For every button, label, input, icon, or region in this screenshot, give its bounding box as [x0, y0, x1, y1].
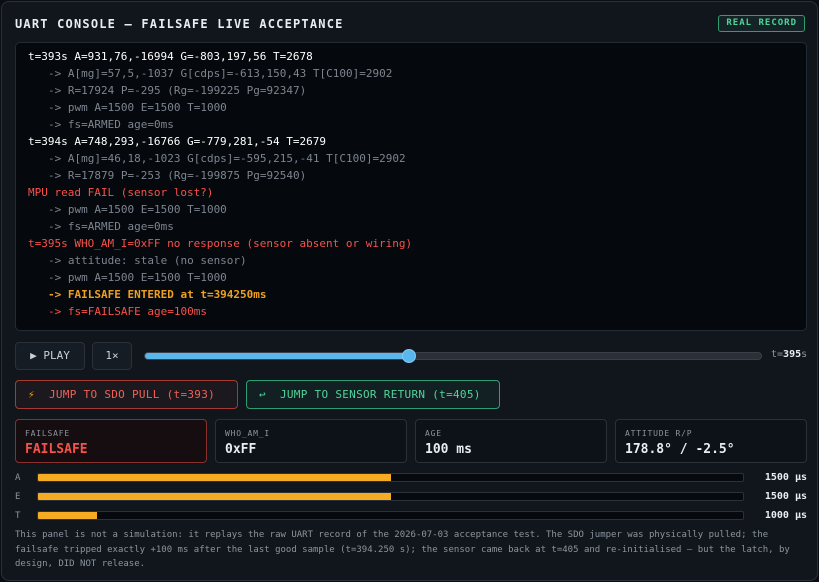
pwm-bar-value: 1000 µs: [764, 510, 807, 521]
failsafe-card: FAILSAFE FAILSAFE: [15, 419, 207, 463]
pwm-bar-fill-e: [38, 493, 391, 500]
pwm-bar-row-a: A 1500 µs: [15, 472, 807, 491]
console-line: -> fs=ARMED age=0ms: [48, 220, 174, 233]
pwm-bar-row-e: E 1500 µs: [15, 491, 807, 510]
return-arrow-icon: ↩: [259, 388, 266, 401]
console-line: -> pwm A=1500 E=1500 T=1000: [48, 271, 227, 284]
status-cards: FAILSAFE FAILSAFE WHO_AM_I 0xFF AGE 100 …: [15, 419, 807, 463]
real-record-badge: REAL RECORD: [718, 15, 805, 32]
pwm-bar-track: [37, 473, 744, 482]
age-card-value: 100 ms: [425, 442, 472, 457]
console-line: t=393s A=931,76,-16994 G=-803,197,56 T=2…: [28, 50, 313, 63]
timeline-readout-value: 395: [783, 349, 802, 360]
console-line: MPU read FAIL (sensor lost?): [28, 186, 214, 199]
console-line: -> FAILSAFE ENTERED at t=394250ms: [48, 288, 267, 301]
jump-buttons: ⚡ JUMP TO SDO PULL (t=393) ↩ JUMP TO SEN…: [15, 380, 807, 409]
panel-title: UART CONSOLE — FAILSAFE LIVE ACCEPTANCE: [15, 17, 344, 31]
who-am-i-card-label: WHO_AM_I: [225, 429, 270, 438]
console-line: -> pwm A=1500 E=1500 T=1000: [48, 101, 227, 114]
explanation-note: This panel is not a simulation: it repla…: [15, 530, 790, 569]
attitude-card-value: 178.8° / -2.5°: [625, 442, 735, 457]
console-line: t=395s WHO_AM_I=0xFF no response (sensor…: [28, 237, 413, 250]
console-log: t=393s A=931,76,-16994 G=-803,197,56 T=2…: [28, 48, 798, 320]
pwm-bar-track: [37, 511, 744, 520]
who-am-i-card-value: 0xFF: [225, 442, 257, 457]
attitude-card-label: ATTITUDE R/P: [625, 429, 693, 438]
jump-to-sensor-return-label: JUMP TO SENSOR RETURN (t=405): [279, 388, 481, 401]
play-button[interactable]: ▶ PLAY: [15, 342, 85, 370]
console-line: -> R=17879 P=-253 (Rg=-199875 Pg=92540): [48, 169, 307, 182]
speed-button[interactable]: 1×: [92, 342, 132, 370]
uart-console-panel: UART CONSOLE — FAILSAFE LIVE ACCEPTANCE …: [1, 1, 818, 581]
age-card: AGE 100 ms: [415, 419, 607, 463]
lightning-icon: ⚡: [28, 388, 35, 401]
console-line: -> pwm A=1500 E=1500 T=1000: [48, 203, 227, 216]
pwm-bars: A 1500 µs E 1500 µs T 1000 µs: [15, 472, 807, 529]
pwm-bar-fill-a: [38, 474, 391, 481]
timeline-readout: t=395s: [771, 349, 807, 360]
pwm-bar-value: 1500 µs: [764, 491, 807, 502]
console-line: -> fs=ARMED age=0ms: [48, 118, 174, 131]
console-line: -> attitude: stale (no sensor): [48, 254, 247, 267]
console-line: -> fs=FAILSAFE age=100ms: [48, 305, 207, 318]
jump-to-sdo-pull-button[interactable]: ⚡ JUMP TO SDO PULL (t=393): [15, 380, 238, 409]
timeline-slider-thumb[interactable]: [401, 349, 416, 363]
pwm-bar-name: T: [15, 511, 21, 521]
pwm-bar-value: 1500 µs: [764, 472, 807, 483]
attitude-card: ATTITUDE R/P 178.8° / -2.5°: [615, 419, 807, 463]
console-line: -> A[mg]=57,5,-1037 G[cdps]=-613,150,43 …: [48, 67, 393, 80]
failsafe-card-label: FAILSAFE: [25, 429, 70, 438]
panel-header: UART CONSOLE — FAILSAFE LIVE ACCEPTANCE …: [15, 15, 805, 34]
timeline-slider[interactable]: [144, 349, 762, 363]
pwm-bar-track: [37, 492, 744, 501]
console-log-view[interactable]: t=393s A=931,76,-16994 G=-803,197,56 T=2…: [15, 42, 807, 331]
timeline-readout-prefix: t=: [771, 349, 784, 360]
pwm-bar-row-t: T 1000 µs: [15, 510, 807, 529]
playback-controls: ▶ PLAY 1× t=395s: [15, 342, 807, 370]
pwm-bar-name: E: [15, 492, 21, 502]
failsafe-card-value: FAILSAFE: [25, 442, 88, 457]
console-line: -> A[mg]=46,18,-1023 G[cdps]=-595,215,-4…: [48, 152, 406, 165]
age-card-label: AGE: [425, 429, 442, 438]
timeline-readout-unit: s: [801, 349, 808, 360]
timeline-slider-fill: [145, 353, 409, 359]
pwm-bar-fill-t: [38, 512, 97, 519]
console-line: t=394s A=748,293,-16766 G=-779,281,-54 T…: [28, 135, 327, 148]
pwm-bar-name: A: [15, 473, 21, 483]
console-line: -> R=17924 P=-295 (Rg=-199225 Pg=92347): [48, 84, 307, 97]
jump-to-sdo-pull-label: JUMP TO SDO PULL (t=393): [48, 388, 216, 401]
who-am-i-card: WHO_AM_I 0xFF: [215, 419, 407, 463]
jump-to-sensor-return-button[interactable]: ↩ JUMP TO SENSOR RETURN (t=405): [246, 380, 500, 409]
